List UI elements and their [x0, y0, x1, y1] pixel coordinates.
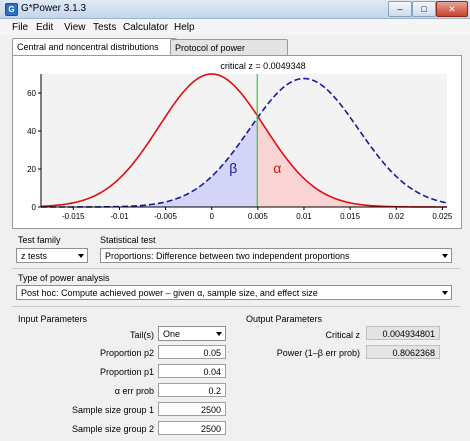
- chevron-down-icon: [442, 291, 448, 295]
- chevron-down-icon: [216, 332, 222, 336]
- x-tick-label: 0.01: [296, 212, 312, 221]
- x-tick-label: -0.005: [154, 212, 177, 221]
- gpower-app-icon: G: [5, 3, 18, 16]
- alpha-err-prob-label: α err prob: [114, 386, 154, 396]
- y-tick-label: 60: [27, 89, 36, 98]
- x-tick-group: -0.015 -0.01 -0.005 0 0.005 0.01 0.015 0.02 0.02…: [62, 207, 453, 221]
- power-output-label: Power (1–β err prob): [276, 348, 360, 358]
- menu-tests[interactable]: Tests: [93, 22, 116, 33]
- proportion-p2-field[interactable]: 0.05: [158, 345, 226, 359]
- maximize-button[interactable]: □: [412, 1, 436, 17]
- window-title: G*Power 3.1.3: [21, 3, 87, 14]
- critical-z-output-value: 0.004934801: [366, 326, 440, 340]
- alpha-err-prob-field[interactable]: 0.2: [158, 383, 226, 397]
- tab-distributions[interactable]: Central and noncentral distributions: [12, 38, 177, 56]
- close-button[interactable]: ✕: [436, 1, 468, 17]
- x-tick-label: 0.025: [432, 212, 453, 221]
- chevron-down-icon: [78, 254, 84, 258]
- sample-size-group2-label: Sample size group 2: [71, 424, 154, 434]
- sample-size-group1-field[interactable]: 2500: [158, 402, 226, 416]
- sample-size-group1-label: Sample size group 1: [71, 405, 154, 415]
- power-analysis-type-value: Post hoc: Compute achieved power – given…: [21, 288, 318, 298]
- power-analysis-type-dropdown[interactable]: Post hoc: Compute achieved power – given…: [16, 285, 452, 300]
- x-tick-label: -0.01: [110, 212, 129, 221]
- test-family-label: Test family: [18, 235, 61, 245]
- input-parameters-title: Input Parameters: [18, 314, 88, 324]
- menu-help[interactable]: Help: [174, 22, 195, 33]
- y-tick-label: 40: [27, 127, 36, 136]
- y-tick-label: 20: [27, 165, 36, 174]
- tails-label: Tail(s): [130, 330, 154, 340]
- beta-symbol: β: [229, 160, 237, 176]
- power-analysis-type-label: Type of power analysis: [18, 273, 110, 283]
- x-tick-label: 0.005: [248, 212, 269, 221]
- separator: [12, 268, 460, 269]
- minimize-button[interactable]: –: [388, 1, 412, 17]
- menu-view[interactable]: View: [64, 22, 86, 33]
- separator: [12, 306, 460, 307]
- tails-value: One: [163, 329, 181, 339]
- proportion-p1-label: Proportion p1: [99, 367, 154, 377]
- statistical-test-label: Statistical test: [100, 235, 156, 245]
- x-tick-label: 0: [209, 212, 214, 221]
- distribution-plot: critical z = 0.0049348 β α -0.015 -0.01 -0…: [27, 61, 453, 221]
- alpha-symbol: α: [273, 160, 281, 176]
- title-bar: G G*Power 3.1.3 – □ ✕: [0, 0, 470, 19]
- menu-bar: File Edit View Tests Calculator Help: [0, 19, 470, 35]
- critical-z-label: critical z = 0.0049348: [220, 61, 305, 71]
- menu-file[interactable]: File: [12, 22, 28, 33]
- distribution-plot-panel: critical z = 0.0049348 β α -0.015 -0.01 -0…: [12, 55, 462, 229]
- proportion-p1-field[interactable]: 0.04: [158, 364, 226, 378]
- tab-protocol[interactable]: Protocol of power analyses: [170, 39, 288, 69]
- y-tick-label: 0: [32, 203, 37, 212]
- test-family-value: z tests: [21, 251, 48, 261]
- x-tick-label: 0.015: [340, 212, 361, 221]
- tails-dropdown[interactable]: One: [158, 326, 226, 341]
- menu-edit[interactable]: Edit: [36, 22, 53, 33]
- statistical-test-value: Proportions: Difference between two inde…: [105, 251, 350, 261]
- menu-calculator[interactable]: Calculator: [123, 22, 168, 33]
- x-tick-label: -0.015: [62, 212, 85, 221]
- power-output-value: 0.8062368: [366, 345, 440, 359]
- y-tick-group: 0 20 40 60: [27, 89, 41, 212]
- x-tick-label: 0.02: [388, 212, 404, 221]
- proportion-p2-label: Proportion p2: [99, 348, 154, 358]
- sample-size-group2-field[interactable]: 2500: [158, 421, 226, 435]
- chevron-down-icon: [442, 254, 448, 258]
- critical-z-output-label: Critical z: [325, 330, 360, 340]
- test-family-dropdown[interactable]: z tests: [16, 248, 88, 263]
- output-parameters-title: Output Parameters: [246, 314, 323, 324]
- statistical-test-dropdown[interactable]: Proportions: Difference between two inde…: [100, 248, 452, 263]
